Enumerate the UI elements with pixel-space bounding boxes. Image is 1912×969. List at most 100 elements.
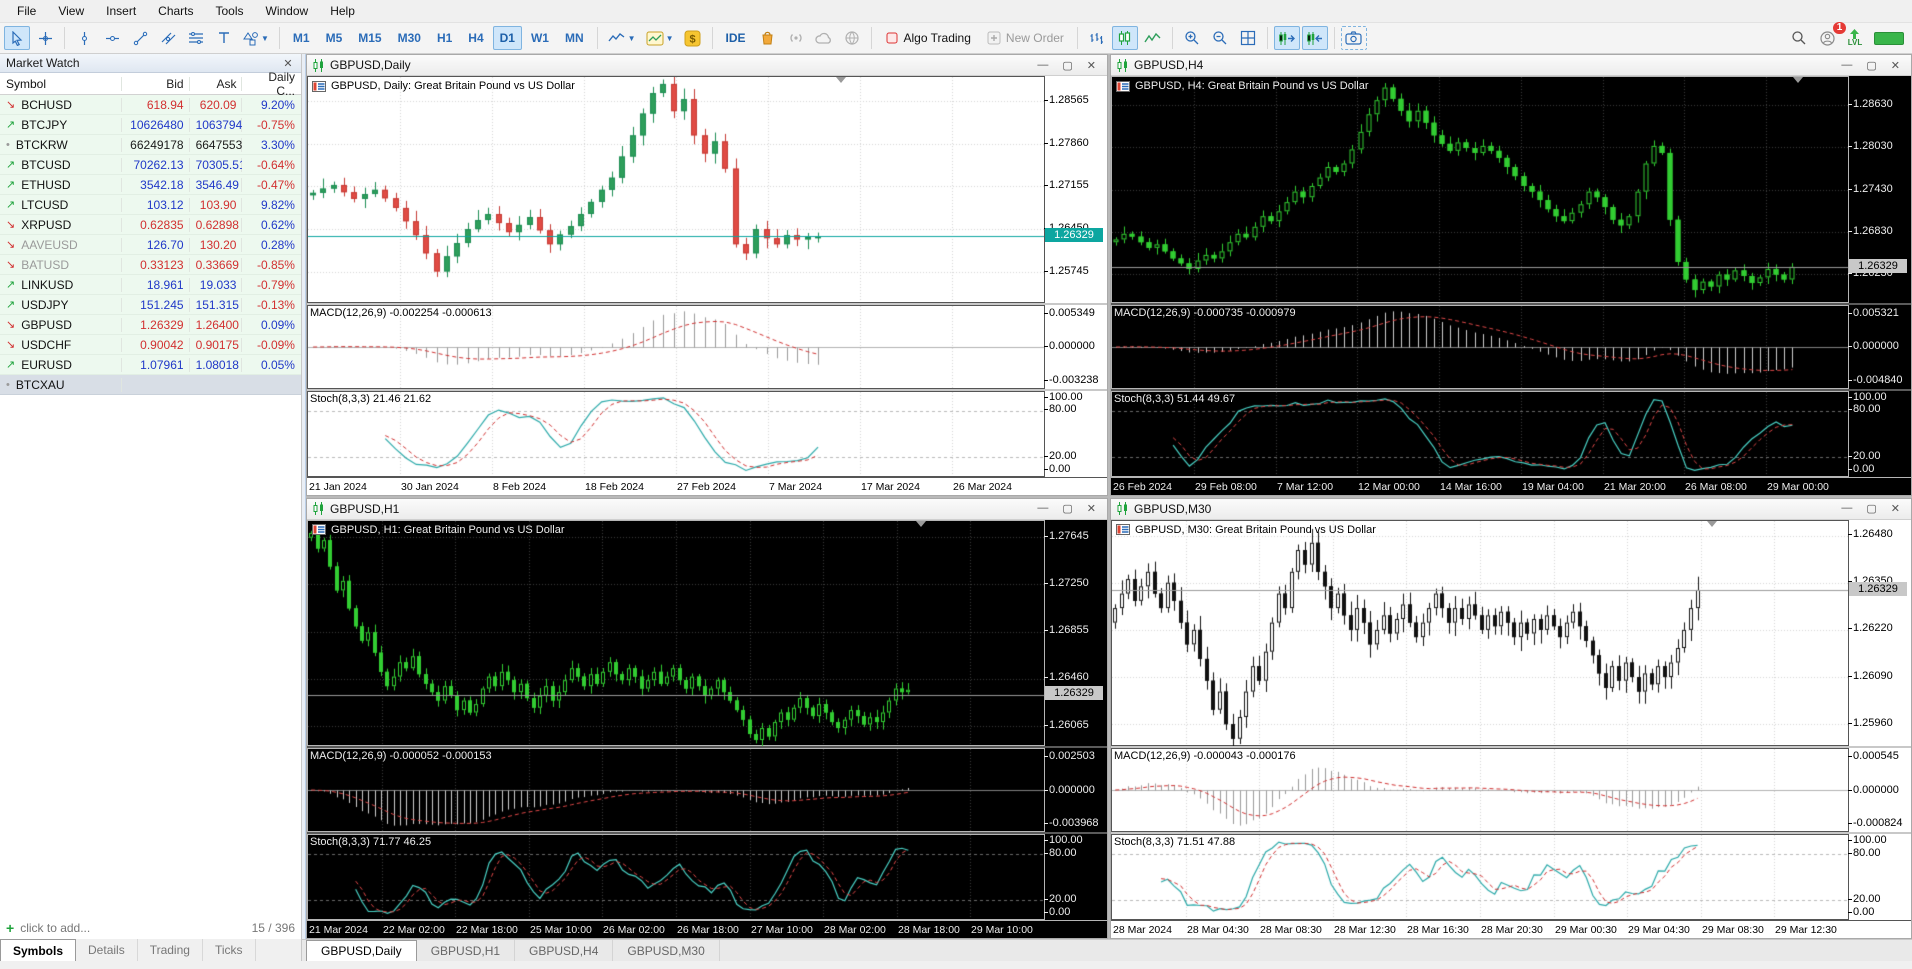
channel-icon[interactable] xyxy=(155,26,181,50)
market-watch-row-ethusd[interactable]: ↗ETHUSD3542.183546.49-0.47% xyxy=(0,175,301,195)
chart-window-titlebar[interactable]: GBPUSD,H1 — ▢ ✕ xyxy=(307,499,1107,520)
price-plot[interactable] xyxy=(1111,520,1849,747)
chart-window-titlebar[interactable]: GBPUSD,H4 — ▢ ✕ xyxy=(1111,55,1911,76)
chart-tab-gbpusd-m30[interactable]: GBPUSD,M30 xyxy=(613,940,719,961)
time-axis[interactable]: 28 Mar 202428 Mar 04:3028 Mar 08:3028 Ma… xyxy=(1111,920,1911,938)
price-plot[interactable] xyxy=(1111,76,1849,303)
price-plot[interactable] xyxy=(307,520,1045,747)
screenshot-camera-icon[interactable] xyxy=(1341,26,1367,50)
timeframe-mn-button[interactable]: MN xyxy=(558,26,591,50)
crosshair-icon[interactable] xyxy=(32,26,58,50)
tab-trading[interactable]: Trading xyxy=(138,939,203,961)
column-header-change[interactable]: Daily C... xyxy=(242,70,301,98)
minimize-button[interactable]: — xyxy=(1037,59,1048,72)
market-watch-row-linkusd[interactable]: ↗LINKUSD18.96119.033-0.79% xyxy=(0,275,301,295)
market-watch-row-aaveusd[interactable]: ↘AAVEUSD126.70130.200.28% xyxy=(0,235,301,255)
timeframe-w1-button[interactable]: W1 xyxy=(524,26,556,50)
timeframe-m15-button[interactable]: M15 xyxy=(351,26,388,50)
candlestick-chart-type-icon[interactable] xyxy=(1112,26,1138,50)
horizontal-line-icon[interactable] xyxy=(99,26,125,50)
price-plot[interactable] xyxy=(307,76,1045,303)
chart-tab-gbpusd-h1[interactable]: GBPUSD,H1 xyxy=(417,940,515,961)
market-watch-row-btcusd[interactable]: ↗BTCUSD70262.1370305.51-0.64% xyxy=(0,155,301,175)
lvl-indicator-icon[interactable]: LVL xyxy=(1842,26,1868,50)
line-chart-type-icon[interactable] xyxy=(1140,26,1166,50)
signals-icon[interactable] xyxy=(783,26,809,50)
stoch-scale[interactable]: 100.0080.0020.000.00 xyxy=(1849,834,1911,920)
macd-scale[interactable]: 0.0005450.000000-0.000824 xyxy=(1849,748,1911,832)
minimize-button[interactable]: — xyxy=(1037,502,1048,515)
macd-scale[interactable]: 0.0053210.000000-0.004840 xyxy=(1849,305,1911,389)
price-scale[interactable]: 1.264801.263501.262201.260901.259601.263… xyxy=(1849,520,1911,747)
menu-item-insert[interactable]: Insert xyxy=(95,1,147,21)
indicators-icon[interactable]: ▼ xyxy=(604,26,640,50)
timeframe-m1-button[interactable]: M1 xyxy=(286,26,317,50)
vps-globe-icon[interactable] xyxy=(839,26,865,50)
market-watch-row-ltcusd[interactable]: ↗LTCUSD103.12103.909.82% xyxy=(0,195,301,215)
stoch-scale[interactable]: 100.0080.0020.000.00 xyxy=(1045,834,1107,920)
close-button[interactable]: ✕ xyxy=(1891,502,1900,515)
close-button[interactable]: ✕ xyxy=(1087,502,1096,515)
menu-item-charts[interactable]: Charts xyxy=(147,1,204,21)
macd-scale[interactable]: 0.0025030.000000-0.003968 xyxy=(1045,748,1107,832)
tile-windows-icon[interactable] xyxy=(1235,26,1261,50)
menu-item-file[interactable]: File xyxy=(6,1,47,21)
chart-shift-icon[interactable] xyxy=(1274,26,1300,50)
maximize-button[interactable]: ▢ xyxy=(1866,59,1876,72)
time-axis[interactable]: 26 Feb 202429 Feb 08:007 Mar 12:0012 Mar… xyxy=(1111,477,1911,495)
chart-tab-gbpusd-daily[interactable]: GBPUSD,Daily xyxy=(306,940,417,961)
menu-item-help[interactable]: Help xyxy=(319,1,366,21)
market-bag-icon[interactable] xyxy=(755,26,781,50)
close-market-watch-button[interactable]: ✕ xyxy=(281,57,295,70)
trendline-icon[interactable] xyxy=(127,26,153,50)
minimize-button[interactable]: — xyxy=(1841,59,1852,72)
chart-window-titlebar[interactable]: GBPUSD,Daily — ▢ ✕ xyxy=(307,55,1107,76)
notifications-icon[interactable]: 1 xyxy=(1814,26,1840,50)
zoom-in-icon[interactable] xyxy=(1179,26,1205,50)
price-scale[interactable]: 1.285651.278601.271551.264501.257451.263… xyxy=(1045,76,1107,303)
timeframe-d1-button[interactable]: D1 xyxy=(493,26,522,50)
market-watch-row-btcxau[interactable]: •BTCXAU xyxy=(0,375,301,395)
stoch-scale[interactable]: 100.0080.0020.000.00 xyxy=(1849,391,1911,477)
chart-window-titlebar[interactable]: GBPUSD,M30 — ▢ ✕ xyxy=(1111,499,1911,520)
minimize-button[interactable]: — xyxy=(1841,502,1852,515)
market-watch-row-gbpusd[interactable]: ↘GBPUSD1.263291.264000.09% xyxy=(0,315,301,335)
time-axis[interactable]: 21 Mar 202422 Mar 02:0022 Mar 18:0025 Ma… xyxy=(307,920,1107,938)
stoch-scale[interactable]: 100.0080.0020.000.00 xyxy=(1045,391,1107,477)
close-button[interactable]: ✕ xyxy=(1891,59,1900,72)
menu-item-tools[interactable]: Tools xyxy=(205,1,255,21)
timeframe-m5-button[interactable]: M5 xyxy=(319,26,350,50)
time-axis[interactable]: 21 Jan 202430 Jan 20248 Feb 202418 Feb 2… xyxy=(307,477,1107,495)
market-watch-row-btcjpy[interactable]: ↗BTCJPY1062648010637942-0.75% xyxy=(0,115,301,135)
market-watch-row-bchusd[interactable]: ↘BCHUSD618.94620.099.20% xyxy=(0,95,301,115)
algo-trading-button[interactable]: Algo Trading xyxy=(878,26,978,50)
timeframe-m30-button[interactable]: M30 xyxy=(391,26,428,50)
add-symbol-row[interactable]: + click to add... 15 / 396 xyxy=(0,917,301,939)
column-header-symbol[interactable]: Symbol xyxy=(0,77,122,91)
cursor-pointer-icon[interactable] xyxy=(4,26,30,50)
maximize-button[interactable]: ▢ xyxy=(1866,502,1876,515)
market-watch-row-usdchf[interactable]: ↘USDCHF0.900420.90175-0.09% xyxy=(0,335,301,355)
close-button[interactable]: ✕ xyxy=(1087,59,1096,72)
ide-button[interactable]: IDE xyxy=(719,26,753,50)
tab-symbols[interactable]: Symbols xyxy=(0,939,76,961)
bar-chart-type-icon[interactable] xyxy=(1084,26,1110,50)
cloud-icon[interactable] xyxy=(811,26,837,50)
market-watch-row-batusd[interactable]: ↘BATUSD0.331230.33669-0.85% xyxy=(0,255,301,275)
market-watch-row-usdjpy[interactable]: ↗USDJPY151.245151.315-0.13% xyxy=(0,295,301,315)
market-watch-row-xrpusd[interactable]: ↘XRPUSD0.628350.628980.62% xyxy=(0,215,301,235)
fibonacci-lines-icon[interactable] xyxy=(183,26,209,50)
macd-scale[interactable]: 0.0053490.000000-0.003238 xyxy=(1045,305,1107,389)
auto-scroll-icon[interactable] xyxy=(1302,26,1328,50)
maximize-button[interactable]: ▢ xyxy=(1062,59,1072,72)
column-header-ask[interactable]: Ask xyxy=(190,77,243,91)
menu-item-window[interactable]: Window xyxy=(255,1,320,21)
symbol-dollar-icon[interactable]: $ xyxy=(680,26,706,50)
templates-icon[interactable]: ▼ xyxy=(642,26,678,50)
timeframe-h4-button[interactable]: H4 xyxy=(461,26,490,50)
search-icon[interactable] xyxy=(1786,26,1812,50)
zoom-out-icon[interactable] xyxy=(1207,26,1233,50)
vertical-line-icon[interactable] xyxy=(71,26,97,50)
price-scale[interactable]: 1.286301.280301.274301.268301.262301.263… xyxy=(1849,76,1911,303)
tab-details[interactable]: Details xyxy=(76,939,138,961)
